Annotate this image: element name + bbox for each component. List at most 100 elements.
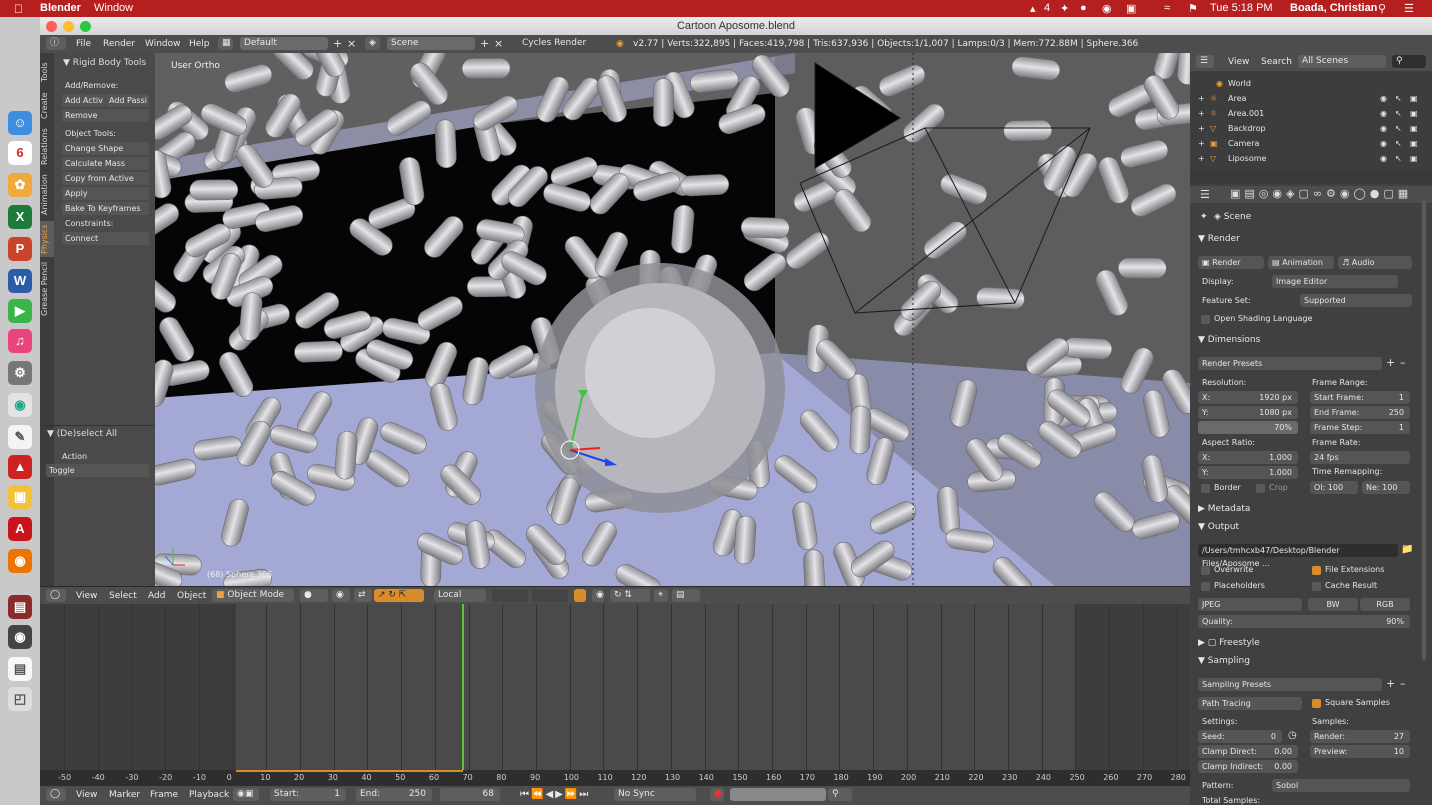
capsule-object[interactable]: [733, 515, 757, 565]
system-preferences-icon[interactable]: ⚙: [8, 361, 32, 385]
osl-checkbox[interactable]: [1201, 315, 1210, 324]
editor-type-icon[interactable]: ⓘ: [46, 37, 66, 50]
expand-icon[interactable]: +: [1198, 154, 1205, 163]
outliner-search-input[interactable]: ⚲: [1392, 55, 1426, 68]
snap-target-icon[interactable]: ⌖: [654, 589, 668, 602]
finder-icon[interactable]: ☺: [8, 111, 32, 135]
expand-icon[interactable]: +: [1198, 124, 1205, 133]
aposome-sphere[interactable]: [535, 263, 785, 513]
square-samples-checkbox[interactable]: [1312, 699, 1321, 708]
visibility-icon[interactable]: ◉: [1380, 109, 1387, 118]
layer-buttons-a[interactable]: [492, 589, 528, 602]
placeholders-checkbox[interactable]: [1201, 582, 1210, 591]
chrome-icon[interactable]: ◉: [8, 393, 32, 417]
capsule-object[interactable]: [1118, 257, 1167, 279]
file-icon[interactable]: ▤: [8, 657, 32, 681]
playback-controls[interactable]: ⏮⏪◀▶⏩⏭: [520, 789, 590, 800]
output-path-field[interactable]: /Users/tmhcxb47/Desktop/Blender Files/Ap…: [1198, 544, 1398, 568]
resolution-x-field[interactable]: X: 1920 px: [1198, 391, 1298, 404]
rgb-button[interactable]: RGB: [1360, 598, 1410, 611]
outliner-item[interactable]: + ☼ Area ◉ ↖ ▣: [1198, 94, 1424, 108]
copy-from-active-button[interactable]: Copy from Active: [62, 172, 149, 185]
capsule-object[interactable]: [740, 216, 790, 239]
blender-icon[interactable]: ◉: [8, 549, 32, 573]
close-window-button[interactable]: [46, 21, 57, 32]
select-arrow-icon[interactable]: ↖: [1395, 139, 1402, 148]
render-presets-dropdown[interactable]: Render Presets: [1198, 357, 1382, 370]
clamp-indirect-field[interactable]: Clamp Indirect: 0.00: [1198, 760, 1298, 773]
status-icon[interactable]: ●: [1080, 2, 1087, 14]
animation-button[interactable]: ▤ Animation: [1268, 256, 1334, 269]
menu-help[interactable]: Help: [189, 39, 210, 49]
current-frame-field[interactable]: 68: [440, 788, 500, 801]
capsule-object[interactable]: [294, 340, 343, 363]
outliner-item[interactable]: + ▽ Liposome ◉ ↖ ▣: [1198, 154, 1424, 168]
zoom-window-button[interactable]: [80, 21, 91, 32]
capsule-object[interactable]: [976, 287, 1025, 310]
panel-dimensions[interactable]: ▼ Dimensions: [1198, 335, 1418, 349]
acrobat-icon[interactable]: A: [8, 517, 32, 541]
add-passive-button[interactable]: Add Passi: [106, 94, 149, 107]
select-arrow-icon[interactable]: ↖: [1395, 154, 1402, 163]
overwrite-checkbox[interactable]: [1201, 566, 1210, 575]
capsule-object[interactable]: [1063, 337, 1113, 360]
capsule-object[interactable]: [189, 179, 239, 201]
notification-icon[interactable]: ☰: [1404, 2, 1414, 15]
layout-icon[interactable]: ▦: [218, 37, 233, 50]
menu-object[interactable]: Object: [177, 591, 206, 601]
panel-sampling[interactable]: ▼ Sampling: [1198, 656, 1418, 670]
keying-set-field[interactable]: [730, 788, 826, 801]
photos-icon[interactable]: ✿: [8, 173, 32, 197]
calendar-icon[interactable]: 6: [8, 141, 32, 165]
outliner-display-mode[interactable]: All Scenes: [1298, 55, 1386, 68]
scene-icon[interactable]: ◈: [365, 37, 380, 50]
add-layout-icon[interactable]: +: [333, 37, 342, 50]
menu-frame[interactable]: Frame: [150, 790, 178, 800]
outliner-editor-icon[interactable]: ☰: [1196, 55, 1214, 68]
visibility-icon[interactable]: ◉: [1380, 94, 1387, 103]
menu-window[interactable]: Window: [94, 2, 133, 14]
file-format-dropdown[interactable]: JPEG: [1198, 598, 1302, 611]
render-camera-icon[interactable]: ▣: [1410, 124, 1418, 133]
tab-relations[interactable]: Relations: [40, 127, 54, 167]
audio-button[interactable]: ♬ Audio: [1338, 256, 1412, 269]
editor-type-icon[interactable]: ◯: [46, 788, 66, 801]
time-remap-old-field[interactable]: Ol: 100: [1310, 481, 1358, 494]
capsule-object[interactable]: [434, 119, 457, 169]
trash-icon[interactable]: ◰: [8, 687, 32, 711]
tab-physics[interactable]: Physics: [40, 221, 54, 257]
render-button[interactable]: ▣ Render: [1198, 256, 1264, 269]
select-arrow-icon[interactable]: ↖: [1395, 124, 1402, 133]
transform-manipulators-icon[interactable]: ↗ ↻ ⇱: [374, 589, 424, 602]
properties-editor-icon[interactable]: ☰: [1200, 188, 1210, 201]
integrator-dropdown[interactable]: Path Tracing: [1198, 697, 1302, 710]
start-frame-field[interactable]: Start: 1: [270, 788, 346, 801]
panel-rigid-body-tools[interactable]: ▼ Rigid Body Tools: [63, 58, 146, 68]
panel-output[interactable]: ▼ Output: [1198, 522, 1418, 536]
menu-add[interactable]: Add: [148, 591, 165, 601]
word-icon[interactable]: W: [8, 269, 32, 293]
folder-icon[interactable]: 📁: [1401, 544, 1413, 555]
remove-sampling-preset-icon[interactable]: –: [1400, 677, 1406, 690]
proportional-edit-icon[interactable]: ◉: [592, 589, 604, 602]
capsule-object[interactable]: [1003, 120, 1052, 142]
layer-buttons-b[interactable]: [532, 589, 568, 602]
menu-select[interactable]: Select: [109, 591, 137, 601]
menu-search[interactable]: Search: [1261, 57, 1292, 67]
textedit-icon[interactable]: ✎: [8, 425, 32, 449]
flag-icon[interactable]: ⚑: [1188, 2, 1198, 15]
menu-playback[interactable]: Playback: [189, 790, 229, 800]
manipulator-toggle-icon[interactable]: ⇄: [354, 589, 372, 602]
record-icon[interactable]: ●: [710, 788, 724, 801]
preview-samples-field[interactable]: Preview: 10: [1310, 745, 1410, 758]
facetime-icon[interactable]: ▶: [8, 299, 32, 323]
remove-layout-icon[interactable]: ×: [347, 37, 356, 50]
select-arrow-icon[interactable]: ↖: [1395, 94, 1402, 103]
dropbox-icon[interactable]: ✦: [1060, 2, 1069, 15]
pattern-dropdown[interactable]: Sobol: [1272, 779, 1410, 792]
render-engine-selector[interactable]: Cycles Render: [518, 37, 600, 50]
spotlight-icon[interactable]: ⚲: [1378, 2, 1386, 15]
menu-render[interactable]: Render: [103, 39, 135, 49]
3d-viewport[interactable]: User Ortho (68) Sphere.366: [155, 53, 1190, 586]
menu-marker[interactable]: Marker: [109, 790, 140, 800]
